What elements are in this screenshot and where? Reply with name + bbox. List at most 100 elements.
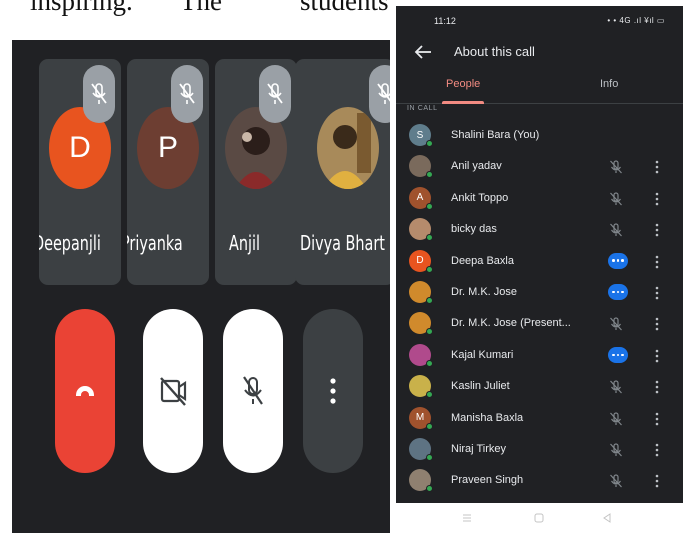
doc-word: The <box>180 0 222 16</box>
participant-row[interactable]: Dr. M.K. Jose <box>396 277 683 308</box>
app-bar: About this call <box>396 36 683 70</box>
avatar <box>409 469 433 493</box>
mic-off-icon <box>608 191 624 207</box>
camera-toggle-button[interactable] <box>143 309 203 473</box>
avatar <box>409 155 433 179</box>
participant-name: Anjil <box>229 231 260 255</box>
participant-name: Kajal Kumari <box>451 348 514 361</box>
participant-row[interactable]: Kaslin Juliet <box>396 371 683 402</box>
avatar <box>409 312 433 336</box>
participant-name: Deepa Baxla <box>451 254 514 267</box>
more-vert-icon[interactable] <box>655 443 659 457</box>
mic-off-icon <box>259 65 291 123</box>
participant-row[interactable]: Dr. M.K. Jose (Present... <box>396 308 683 339</box>
more-vert-icon[interactable] <box>655 160 659 174</box>
participant-row[interactable]: Kajal Kumari <box>396 340 683 371</box>
participant-name: Dr. M.K. Jose <box>451 286 518 298</box>
participant-name: Praveen Singh <box>451 474 524 487</box>
online-status-dot <box>426 297 433 304</box>
phone-screen: 11:12 • • 4G .ıl ¥ıl ▭ About this call P… <box>396 6 683 533</box>
more-vert-icon[interactable] <box>655 223 659 237</box>
mic-off-icon <box>171 65 203 123</box>
more-vert-icon[interactable] <box>655 474 659 488</box>
more-vert-icon <box>330 378 336 404</box>
back-icon[interactable] <box>600 511 614 525</box>
active-tab-indicator <box>442 101 484 104</box>
speaking-indicator-icon <box>608 284 628 300</box>
participant-name: Niraj Tirkey <box>451 443 507 455</box>
participant-tile[interactable]: Anjil <box>215 59 297 285</box>
avatar-photo <box>317 107 379 189</box>
participant-row[interactable]: S Shalini Bara (You) <box>396 120 683 151</box>
more-vert-icon[interactable] <box>655 255 659 269</box>
participant-tile[interactable]: P Priyanka <box>127 59 209 285</box>
participant-name: Manisha Baxla <box>451 411 524 424</box>
mic-off-icon <box>608 473 624 489</box>
participant-row[interactable]: Niraj Tirkey <box>396 434 683 465</box>
avatar <box>409 438 433 461</box>
mic-off-icon <box>369 65 390 123</box>
status-bar: 11:12 • • 4G .ıl ¥ıl ▭ <box>396 6 683 32</box>
participant-name: Ankit Toppo <box>451 191 509 204</box>
speaking-indicator-icon <box>608 252 628 269</box>
mic-toggle-button[interactable] <box>223 309 283 473</box>
participant-tile[interactable]: D Deepanjli <box>39 59 121 285</box>
participant-row[interactable]: A Ankit Toppo <box>396 183 683 214</box>
online-status-dot <box>426 171 433 179</box>
participant-name: Dr. M.K. Jose (Present... <box>451 317 571 330</box>
participant-name: bicky das <box>451 223 497 236</box>
participant-name: Kaslin Juliet <box>451 380 510 393</box>
avatar: A <box>409 186 433 210</box>
system-nav-bar <box>396 503 683 533</box>
more-vert-icon[interactable] <box>655 380 659 394</box>
participant-row[interactable]: D Deepa Baxla <box>396 246 683 277</box>
section-label: IN CALL <box>407 105 438 112</box>
mic-off-icon <box>608 222 624 238</box>
participant-name: Anil yadav <box>451 160 502 173</box>
participant-row[interactable]: Praveen Singh <box>396 465 683 496</box>
avatar <box>409 375 433 399</box>
tab-people[interactable]: People <box>446 78 480 90</box>
hang-up-icon <box>76 386 94 396</box>
mic-off-icon <box>608 411 624 427</box>
online-status-dot <box>426 140 433 147</box>
more-vert-icon[interactable] <box>655 349 659 363</box>
online-status-dot <box>426 234 433 242</box>
mic-off-icon <box>608 316 624 332</box>
participant-tile[interactable]: Divya Bhart <box>295 59 390 285</box>
status-time: 11:12 <box>434 16 456 26</box>
recents-icon[interactable] <box>460 511 474 525</box>
more-vert-icon[interactable] <box>655 286 659 300</box>
page-title: About this call <box>454 44 535 59</box>
camera-off-icon <box>160 377 187 406</box>
document-text: inspiring. The students <box>30 0 390 26</box>
tab-bar: People Info <box>396 72 683 104</box>
end-call-button[interactable] <box>55 309 115 473</box>
more-vert-icon[interactable] <box>655 317 659 331</box>
back-arrow-icon[interactable] <box>412 41 434 63</box>
more-vert-icon[interactable] <box>655 192 659 206</box>
more-vert-icon[interactable] <box>655 412 659 426</box>
call-screen: D Deepanjli P Priyanka Anjil Divya Bhart <box>12 40 390 533</box>
online-status-dot <box>426 391 433 399</box>
speaking-indicator-icon <box>608 346 628 363</box>
participant-name: Deepanjli <box>39 231 101 255</box>
participant-row[interactable]: bicky das <box>396 214 683 245</box>
avatar: M <box>409 406 433 430</box>
more-options-button[interactable] <box>303 309 363 473</box>
mic-off-icon <box>608 379 624 395</box>
avatar: D <box>409 249 433 273</box>
mic-off-icon <box>243 376 263 405</box>
tab-info[interactable]: Info <box>600 78 618 90</box>
participant-row[interactable]: M Manisha Baxla <box>396 403 683 434</box>
online-status-dot <box>426 422 433 430</box>
mic-off-icon <box>608 442 624 458</box>
avatar <box>409 343 433 367</box>
doc-word: inspiring. <box>30 0 133 16</box>
mic-off-icon <box>83 65 115 123</box>
avatar <box>409 281 433 304</box>
online-status-dot <box>426 202 433 210</box>
participant-row[interactable]: Anil yadav <box>396 151 683 182</box>
home-icon[interactable] <box>532 511 546 525</box>
avatar: S <box>409 124 433 147</box>
